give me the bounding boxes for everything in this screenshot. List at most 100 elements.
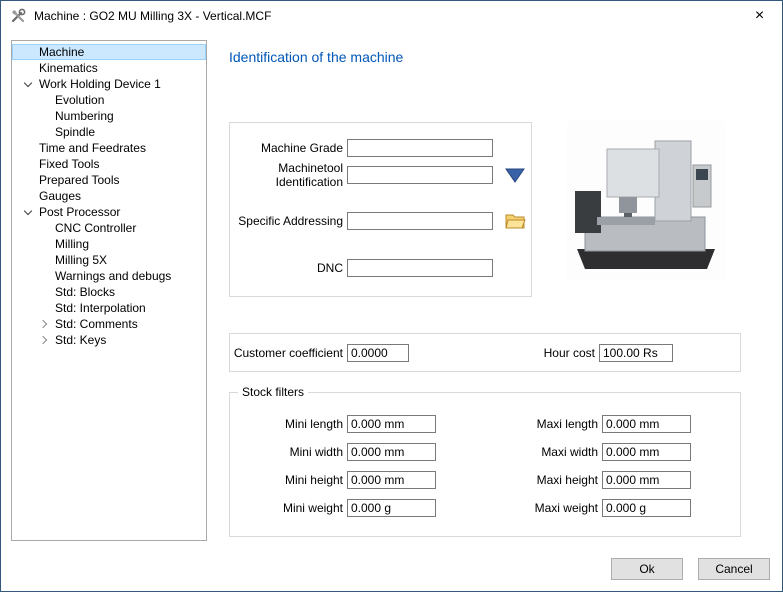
- machinetool-identification-input[interactable]: [347, 166, 493, 184]
- dnc-label: DNC: [230, 261, 347, 275]
- hour-cost-label: Hour cost: [409, 346, 599, 360]
- tree-item-milling-5x[interactable]: Milling 5X: [12, 252, 206, 268]
- tree-item-std-blocks[interactable]: Std: Blocks: [12, 284, 206, 300]
- machinetool-identification-row: Machinetool Identification: [230, 165, 531, 185]
- tree-item-label: Fixed Tools: [36, 157, 102, 171]
- close-button[interactable]: ×: [737, 1, 782, 30]
- tree-indent-spacer: [20, 44, 36, 60]
- chevron-expanded-icon[interactable]: [20, 204, 36, 220]
- tree-item-label: Gauges: [36, 189, 84, 203]
- tree-indent-spacer: [36, 252, 52, 268]
- tree-item-milling[interactable]: Milling: [12, 236, 206, 252]
- tree-item-label: Time and Feedrates: [36, 141, 149, 155]
- identification-group: Machine Grade Machinetool Identification…: [229, 122, 532, 297]
- tree-indent-spacer: [36, 220, 52, 236]
- chevron-collapsed-icon[interactable]: [36, 316, 52, 332]
- costs-group: Customer coefficient Hour cost: [229, 333, 741, 372]
- dnc-input[interactable]: [347, 259, 493, 277]
- tree-item-label: Kinematics: [36, 61, 101, 75]
- maxi-height-input[interactable]: [602, 471, 691, 489]
- tree-item-label: Std: Comments: [52, 317, 141, 331]
- stock-filter-row: Mini lengthMaxi length: [230, 415, 740, 433]
- tree-item-label: CNC Controller: [52, 221, 139, 235]
- stock-filters-title: Stock filters: [238, 385, 308, 399]
- dnc-row: DNC: [230, 258, 531, 278]
- tree-item-label: Prepared Tools: [36, 173, 123, 187]
- machinetool-dropdown-button[interactable]: [504, 165, 526, 185]
- maxi-length-label: Maxi length: [436, 417, 602, 431]
- stock-filter-row: Mini widthMaxi width: [230, 443, 740, 461]
- tree-item-label: Warnings and debugs: [52, 269, 174, 283]
- tree-item-label: Milling 5X: [52, 253, 110, 267]
- tree-item-gauges[interactable]: Gauges: [12, 188, 206, 204]
- tree-indent-spacer: [20, 156, 36, 172]
- chevron-expanded-icon[interactable]: [20, 76, 36, 92]
- tools-icon: [10, 8, 26, 24]
- machine-grade-row: Machine Grade: [230, 138, 531, 158]
- tree-item-work-holding-device-1[interactable]: Work Holding Device 1: [12, 76, 206, 92]
- stock-filters-group: Stock filters Mini lengthMaxi lengthMini…: [229, 392, 741, 537]
- tree-item-std-keys[interactable]: Std: Keys: [12, 332, 206, 348]
- maxi-length-input[interactable]: [602, 415, 691, 433]
- tree-item-prepared-tools[interactable]: Prepared Tools: [12, 172, 206, 188]
- stock-filter-rows: Mini lengthMaxi length Mini widthMaxi wid…: [230, 415, 740, 517]
- tree-item-machine[interactable]: Machine: [12, 44, 206, 60]
- tree-indent-spacer: [20, 60, 36, 76]
- tree-indent-spacer: [20, 172, 36, 188]
- ok-button[interactable]: Ok: [611, 558, 683, 580]
- mini-height-input[interactable]: [347, 471, 436, 489]
- tree-indent-spacer: [36, 124, 52, 140]
- maxi-width-label: Maxi width: [436, 445, 602, 459]
- tree-item-label: Std: Interpolation: [52, 301, 149, 315]
- maxi-height-label: Maxi height: [436, 473, 602, 487]
- tree-indent-spacer: [36, 236, 52, 252]
- tree-indent-spacer: [20, 188, 36, 204]
- tree-item-std-interpolation[interactable]: Std: Interpolation: [12, 300, 206, 316]
- tree-item-evolution[interactable]: Evolution: [12, 92, 206, 108]
- chevron-collapsed-icon[interactable]: [36, 332, 52, 348]
- tree-indent-spacer: [20, 140, 36, 156]
- tree-indent-spacer: [36, 284, 52, 300]
- tree-indent-spacer: [36, 92, 52, 108]
- tree-item-warnings-and-debugs[interactable]: Warnings and debugs: [12, 268, 206, 284]
- maxi-weight-label: Maxi weight: [436, 501, 602, 515]
- window-title: Machine : GO2 MU Milling 3X - Vertical.M…: [34, 9, 271, 23]
- mini-weight-input[interactable]: [347, 499, 436, 517]
- tree-indent-spacer: [36, 268, 52, 284]
- machine-dialog: Machine : GO2 MU Milling 3X - Vertical.M…: [0, 0, 783, 592]
- tree-item-post-processor[interactable]: Post Processor: [12, 204, 206, 220]
- tree-item-time-and-feedrates[interactable]: Time and Feedrates: [12, 140, 206, 156]
- machinetool-identification-label: Machinetool Identification: [230, 161, 347, 189]
- folder-icon: [504, 211, 526, 231]
- page-title: Identification of the machine: [229, 49, 403, 65]
- tree-panel: Machine Kinematics Work Holding Device 1Ev…: [11, 40, 207, 541]
- tree-item-label: Machine: [36, 45, 87, 59]
- mini-width-input[interactable]: [347, 443, 436, 461]
- tree-item-std-comments[interactable]: Std: Comments: [12, 316, 206, 332]
- mini-length-input[interactable]: [347, 415, 436, 433]
- mini-height-label: Mini height: [230, 473, 347, 487]
- tree-item-label: Work Holding Device 1: [36, 77, 164, 91]
- tree-item-kinematics[interactable]: Kinematics: [12, 60, 206, 76]
- tree-item-cnc-controller[interactable]: CNC Controller: [12, 220, 206, 236]
- specific-addressing-input[interactable]: [347, 212, 493, 230]
- maxi-weight-input[interactable]: [602, 499, 691, 517]
- customer-coefficient-input[interactable]: [347, 344, 409, 362]
- machine-image: [567, 121, 725, 281]
- tree-item-spindle[interactable]: Spindle: [12, 124, 206, 140]
- stock-filter-row: Mini height Maxi height: [230, 471, 740, 489]
- tree-indent-spacer: [36, 108, 52, 124]
- titlebar: Machine : GO2 MU Milling 3X - Vertical.M…: [1, 1, 782, 31]
- machine-grade-input[interactable]: [347, 139, 493, 157]
- tree-item-label: Post Processor: [36, 205, 123, 219]
- specific-addressing-label: Specific Addressing: [230, 214, 347, 228]
- tree-item-fixed-tools[interactable]: Fixed Tools: [12, 156, 206, 172]
- maxi-width-input[interactable]: [602, 443, 691, 461]
- cancel-button[interactable]: Cancel: [698, 558, 770, 580]
- tree-indent-spacer: [36, 300, 52, 316]
- tree-item-label: Spindle: [52, 125, 98, 139]
- mini-weight-label: Mini weight: [230, 501, 347, 515]
- hour-cost-input[interactable]: [599, 344, 673, 362]
- browse-folder-button[interactable]: [504, 211, 526, 231]
- tree-item-numbering[interactable]: Numbering: [12, 108, 206, 124]
